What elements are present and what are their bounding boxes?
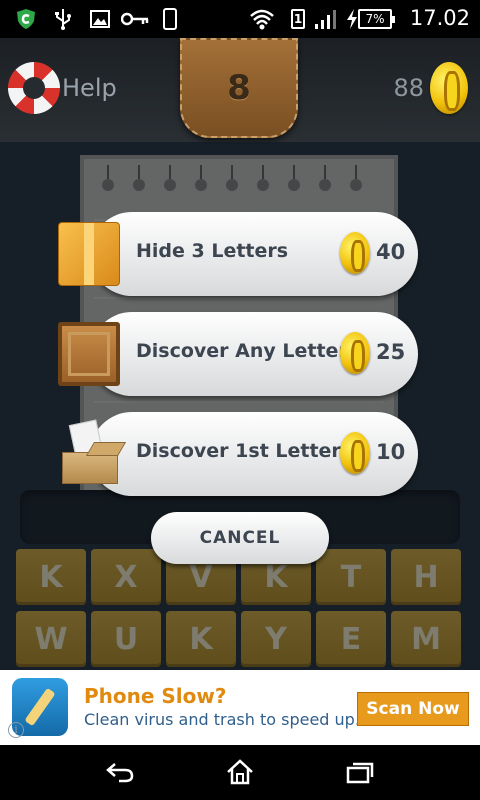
sim-slot-label: 1 (291, 9, 305, 29)
ad-title: Phone Slow? (84, 684, 227, 708)
coin-balance[interactable]: 88 (393, 62, 468, 114)
usb-icon (52, 8, 74, 30)
clock: 17.02 (409, 6, 470, 30)
back-button[interactable] (100, 757, 140, 787)
cancel-button[interactable]: CANCEL (151, 512, 329, 564)
system-nav-bar (0, 745, 480, 800)
sim-icon: 1 (290, 8, 306, 30)
phone-icon (162, 8, 178, 30)
ad-info-icon[interactable]: i (8, 722, 24, 738)
wifi-icon (248, 8, 276, 30)
level-badge: 8 (180, 38, 298, 138)
help-button[interactable]: Help (8, 62, 117, 114)
level-number: 8 (227, 68, 251, 108)
coin-icon (430, 62, 468, 114)
coin-count: 88 (393, 74, 424, 102)
back-icon (106, 763, 134, 783)
coin-icon (340, 332, 370, 374)
open-box-icon (58, 419, 127, 486)
coin-icon (340, 232, 370, 274)
discover-first-letter-option[interactable]: Discover 1st Letter 10 (62, 412, 418, 496)
coin-icon (340, 432, 370, 474)
signal-icon (313, 8, 339, 30)
app-root: 1 7% 17.02 Help 8 88 K (0, 0, 480, 800)
discover-any-letter-option[interactable]: Discover Any Letter 25 (58, 312, 418, 396)
option-label: Discover Any Letter (136, 340, 348, 362)
lifebuoy-icon (8, 62, 60, 114)
option-cost: 10 (376, 440, 406, 464)
wooden-crate-icon (58, 322, 120, 386)
hide-letters-option[interactable]: Hide 3 Letters 40 (58, 212, 418, 296)
recents-button[interactable] (340, 757, 380, 787)
image-icon (88, 8, 112, 30)
option-cost: 40 (376, 240, 406, 264)
battery-indicator: 7% (358, 9, 395, 29)
shield-app-icon (14, 8, 38, 30)
option-label: Discover 1st Letter (136, 440, 341, 462)
key-icon (120, 8, 150, 30)
ad-banner[interactable]: i Phone Slow? Clean virus and trash to s… (0, 670, 480, 745)
ad-scan-button[interactable]: Scan Now (357, 692, 469, 726)
home-icon (227, 759, 253, 785)
ad-subtitle: Clean virus and trash to speed up. (84, 710, 360, 729)
recents-icon (346, 762, 374, 784)
option-label: Hide 3 Letters (136, 240, 289, 262)
gold-box-icon (58, 222, 120, 286)
option-cost: 25 (376, 340, 406, 364)
home-button[interactable] (220, 757, 260, 787)
status-bar: 1 7% 17.02 (0, 0, 480, 38)
game-header: Help 8 88 (0, 38, 480, 142)
help-label: Help (62, 74, 117, 102)
